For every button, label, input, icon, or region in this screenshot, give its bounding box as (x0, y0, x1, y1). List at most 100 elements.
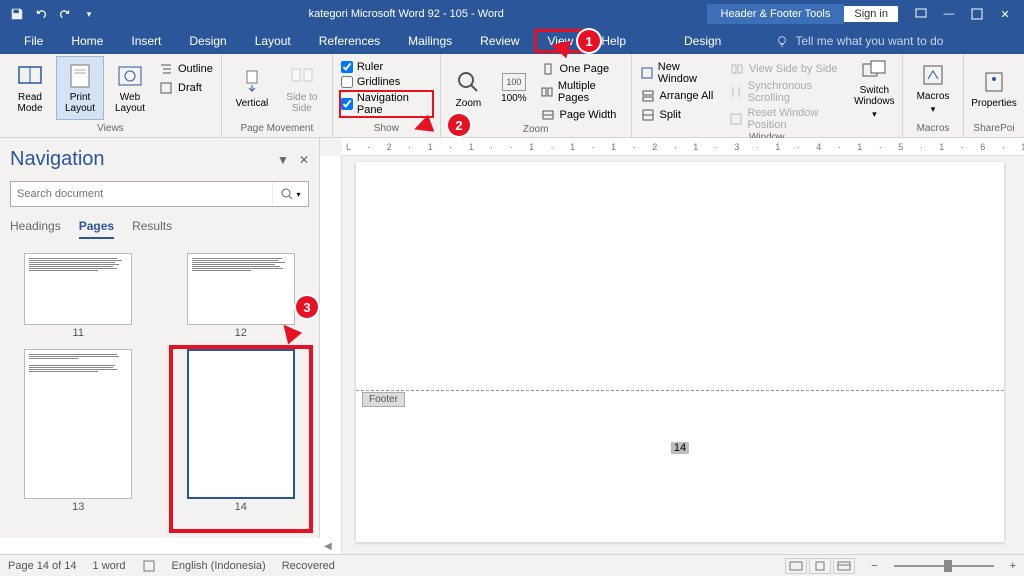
group-zoom-label: Zoom (447, 124, 625, 136)
sync-scroll-icon (729, 84, 744, 100)
reset-window-icon (729, 111, 743, 127)
thumbnail-selected[interactable]: 14 (173, 349, 310, 513)
switch-windows-icon (860, 56, 888, 83)
view-read-icon[interactable] (785, 558, 807, 574)
tab-insert[interactable]: Insert (117, 29, 175, 53)
properties-button[interactable]: Properties (970, 56, 1018, 120)
quick-access-toolbar: ▾ (0, 3, 106, 25)
page-number-field[interactable]: 14 (671, 442, 689, 454)
close-icon[interactable]: ✕ (992, 3, 1018, 25)
view-print-icon[interactable] (809, 558, 831, 574)
nav-tab-pages[interactable]: Pages (79, 219, 114, 239)
page-width-button[interactable]: Page Width (538, 106, 625, 124)
read-mode-button[interactable]: Read Mode (6, 56, 54, 120)
nav-dropdown-icon[interactable]: ▼ (277, 153, 289, 167)
group-views: Read Mode Print Layout Web Layout Outlin… (0, 54, 222, 137)
nav-tab-results[interactable]: Results (132, 219, 172, 239)
status-language[interactable]: English (Indonesia) (172, 560, 266, 572)
print-layout-button[interactable]: Print Layout (56, 56, 104, 120)
arrange-all-button[interactable]: Arrange All (638, 87, 718, 105)
side-to-side-button[interactable]: Side to Side (278, 56, 326, 120)
tab-design[interactable]: Design (175, 29, 240, 53)
navigation-search[interactable]: ▾ (10, 181, 309, 207)
navigation-pane: Navigation ▼ ✕ ▾ Headings Pages Results … (0, 138, 320, 538)
chevron-down-icon: ▾ (931, 104, 936, 115)
outline-icon (158, 61, 174, 77)
reset-window-button[interactable]: Reset Window Position (727, 106, 851, 132)
arrange-all-icon (640, 88, 656, 104)
sign-in-button[interactable]: Sign in (844, 6, 898, 22)
search-icon (280, 187, 294, 201)
print-layout-icon (66, 62, 94, 90)
search-input[interactable] (11, 182, 272, 206)
zoom-out-button[interactable]: − (871, 560, 877, 572)
switch-windows-button[interactable]: Switch Windows▾ (853, 56, 896, 120)
zoom-slider[interactable] (894, 564, 994, 568)
gridlines-checkbox[interactable]: Gridlines (339, 75, 434, 89)
tab-mailings[interactable]: Mailings (394, 29, 466, 53)
page-width-icon (540, 107, 556, 123)
tell-me-search[interactable]: Tell me what you want to do (775, 34, 943, 48)
scroll-left-icon[interactable]: ◀ (324, 541, 332, 552)
nav-tab-headings[interactable]: Headings (10, 219, 61, 239)
view-web-icon[interactable] (833, 558, 855, 574)
thumbnail[interactable]: 13 (10, 349, 147, 513)
vertical-ruler[interactable] (320, 156, 342, 554)
navigation-tabs: Headings Pages Results (10, 219, 309, 239)
sync-scroll-button[interactable]: Synchronous Scrolling (727, 79, 851, 105)
save-icon[interactable] (6, 3, 28, 25)
macros-button[interactable]: Macros▾ (909, 56, 957, 120)
tab-layout[interactable]: Layout (241, 29, 305, 53)
group-macros-label: Macros (909, 123, 957, 135)
multiple-pages-button[interactable]: Multiple Pages (538, 79, 625, 105)
status-words[interactable]: 1 word (93, 560, 126, 572)
tab-home[interactable]: Home (57, 29, 117, 53)
new-window-button[interactable]: New Window (638, 60, 718, 86)
page-thumbnails: 11 12 13 14 (10, 253, 309, 513)
footer-label[interactable]: Footer (362, 392, 405, 407)
split-button[interactable]: Split (638, 106, 718, 124)
undo-icon[interactable] (30, 3, 52, 25)
tell-me-label: Tell me what you want to do (795, 34, 943, 48)
zoom-button[interactable]: Zoom (447, 56, 490, 120)
document-page[interactable]: Footer 14 (356, 162, 1004, 542)
split-icon (640, 107, 656, 123)
nav-close-icon[interactable]: ✕ (299, 153, 309, 167)
tab-file[interactable]: File (10, 29, 57, 53)
document-area: L · 2 · 1 · 1 · · 1 · 1 · 1 · 2 · 1 · 3 … (320, 138, 1024, 554)
outline-button[interactable]: Outline (156, 60, 215, 78)
redo-icon[interactable] (54, 3, 76, 25)
chevron-down-icon: ▾ (872, 109, 877, 120)
draft-button[interactable]: Draft (156, 79, 215, 97)
callout-3: 3 (296, 296, 318, 318)
web-layout-button[interactable]: Web Layout (106, 56, 154, 120)
status-spellcheck-icon[interactable] (142, 559, 156, 573)
tab-references[interactable]: References (305, 29, 394, 53)
ribbon: Read Mode Print Layout Web Layout Outlin… (0, 54, 1024, 138)
macros-icon (919, 61, 947, 89)
properties-icon (980, 68, 1008, 96)
one-page-button[interactable]: One Page (538, 60, 625, 78)
tab-design-context[interactable]: Design (670, 29, 735, 53)
group-sharepoint: Properties SharePoi (964, 54, 1024, 137)
thumbnail[interactable]: 11 (10, 253, 147, 339)
status-recovered[interactable]: Recovered (282, 560, 335, 572)
search-button[interactable]: ▾ (272, 182, 308, 206)
context-tab-label: Header & Footer Tools (707, 4, 845, 24)
footer-boundary (356, 390, 1004, 391)
horizontal-ruler[interactable]: L · 2 · 1 · 1 · · 1 · 1 · 1 · 2 · 1 · 3 … (342, 138, 1024, 156)
ruler-checkbox[interactable]: Ruler (339, 60, 434, 74)
tab-review[interactable]: Review (466, 29, 533, 53)
qat-dropdown-icon[interactable]: ▾ (78, 3, 100, 25)
zoom-in-button[interactable]: + (1010, 560, 1016, 572)
draft-icon (158, 80, 174, 96)
zoom-100-button[interactable]: 100100% (492, 56, 535, 120)
vertical-button[interactable]: Vertical (228, 56, 276, 120)
maximize-icon[interactable] (964, 3, 990, 25)
status-page[interactable]: Page 14 of 14 (8, 560, 77, 572)
ribbon-options-icon[interactable] (908, 3, 934, 25)
minimize-icon[interactable]: — (936, 3, 962, 25)
view-side-by-side-button[interactable]: View Side by Side (727, 60, 851, 78)
read-mode-icon (16, 62, 44, 90)
group-window: New Window Arrange All Split View Side b… (632, 54, 904, 137)
